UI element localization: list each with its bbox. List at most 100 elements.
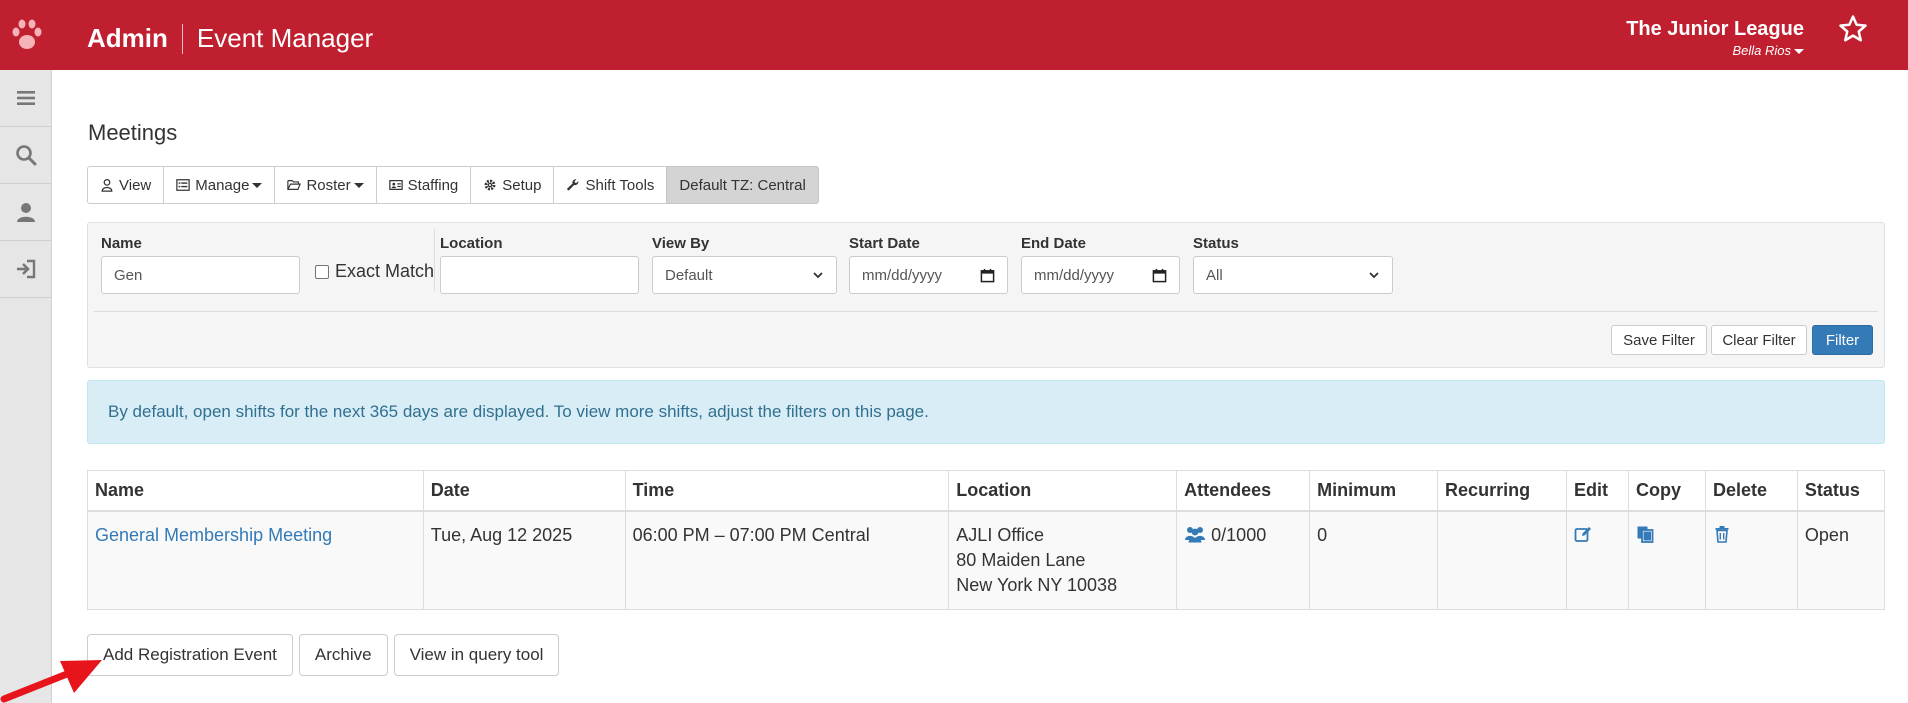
view-by-label: View By: [652, 235, 710, 252]
status-select[interactable]: All: [1193, 256, 1393, 294]
shift-tools-button[interactable]: Shift Tools: [553, 166, 668, 204]
location-filter-group: Location: [440, 235, 639, 294]
wrench-icon: [567, 179, 579, 191]
org-name: The Junior League: [1626, 18, 1804, 40]
left-sidebar: [0, 70, 52, 703]
setup-label: Setup: [502, 176, 542, 194]
event-name-link[interactable]: General Membership Meeting: [95, 525, 332, 545]
app-brand: Admin Event Manager: [87, 23, 373, 54]
end-date-label: End Date: [1021, 235, 1087, 252]
column-header-attendees[interactable]: Attendees: [1176, 470, 1311, 512]
status-filter-group: Status All: [1193, 235, 1393, 294]
location-line-3: New York NY 10038: [956, 574, 1118, 595]
table-header-row: Name Date Time Location Attendees Minimu…: [87, 470, 1886, 512]
annotation-arrow-icon: [0, 660, 102, 703]
cell-copy: [1627, 510, 1706, 610]
timezone-button[interactable]: Default TZ: Central: [666, 166, 819, 204]
attendees-count: 0/1000: [1211, 524, 1267, 545]
staffing-button[interactable]: Staffing: [375, 166, 472, 204]
name-label: Name: [101, 235, 142, 252]
view-by-filter-group: View By Default: [652, 235, 837, 294]
event-toolbar: View Manage Roster Staffing Setup Shift …: [87, 166, 819, 204]
caret-down-icon: [353, 182, 364, 188]
caret-down-icon: [252, 182, 263, 188]
end-date-filter-group: End Date mm/dd/yyyy: [1021, 235, 1180, 294]
app-title[interactable]: Event Manager: [197, 23, 373, 54]
column-header-time[interactable]: Time: [624, 470, 950, 512]
setup-button[interactable]: Setup: [470, 166, 555, 204]
column-header-date[interactable]: Date: [422, 470, 626, 512]
chevron-down-icon: [813, 272, 823, 279]
id-card-icon: [388, 180, 403, 190]
status-value: All: [1206, 266, 1223, 284]
view-label: View: [119, 176, 152, 194]
sidebar-search[interactable]: [0, 127, 52, 184]
org-account-menu[interactable]: The Junior League Bella Rios: [1626, 18, 1804, 58]
clear-filter-button[interactable]: Clear Filter: [1711, 325, 1807, 355]
edit-icon[interactable]: [1574, 525, 1592, 543]
column-header-name[interactable]: Name: [87, 470, 424, 512]
roster-dropdown[interactable]: Roster: [274, 166, 377, 204]
column-header-location[interactable]: Location: [948, 470, 1178, 512]
start-date-placeholder: mm/dd/yyyy: [862, 266, 943, 284]
start-date-input[interactable]: mm/dd/yyyy: [849, 256, 1008, 294]
start-date-filter-group: Start Date mm/dd/yyyy: [849, 235, 1008, 294]
end-date-input[interactable]: mm/dd/yyyy: [1021, 256, 1180, 294]
user-outline-icon: [101, 178, 113, 192]
copy-icon[interactable]: [1636, 525, 1654, 543]
star-icon[interactable]: [1838, 14, 1868, 44]
view-by-value: Default: [665, 266, 713, 284]
gear-icon: [484, 179, 496, 191]
cell-attendees[interactable]: 0/1000: [1176, 510, 1311, 610]
cell-location: AJLI Office 80 Maiden Lane New York NY 1…: [948, 510, 1178, 610]
view-in-query-tool-button[interactable]: View in query tool: [393, 634, 560, 676]
shift-tools-label: Shift Tools: [585, 176, 655, 194]
view-button[interactable]: View: [87, 166, 165, 204]
calendar-icon[interactable]: [1152, 268, 1167, 283]
cell-minimum: 0: [1309, 510, 1439, 610]
sidebar-profile[interactable]: [0, 184, 52, 241]
manage-label: Manage: [195, 176, 250, 194]
calendar-icon[interactable]: [980, 268, 995, 283]
archive-button[interactable]: Archive: [298, 634, 388, 676]
start-date-label: Start Date: [849, 235, 920, 252]
add-registration-event-button[interactable]: Add Registration Event: [87, 634, 293, 676]
checkbox-icon: [315, 264, 329, 279]
exact-match-checkbox[interactable]: Exact Match: [315, 261, 434, 282]
sidebar-sign-out[interactable]: [0, 241, 52, 298]
users-icon: [1185, 526, 1206, 542]
sidebar-menu-toggle[interactable]: [0, 70, 52, 127]
filter-panel: Name Gen Exact Match Location View By De…: [87, 222, 1885, 368]
location-input[interactable]: [440, 256, 639, 294]
manage-dropdown[interactable]: Manage: [163, 166, 276, 204]
column-header-recurring[interactable]: Recurring: [1437, 470, 1567, 512]
save-filter-button[interactable]: Save Filter: [1611, 325, 1707, 355]
info-alert: By default, open shifts for the next 365…: [87, 380, 1885, 444]
page-title: Meetings: [88, 120, 178, 145]
events-table: Name Date Time Location Attendees Minimu…: [87, 470, 1886, 610]
sign-out-icon: [17, 259, 36, 279]
cell-date: Tue, Aug 12 2025: [422, 510, 626, 610]
brand-divider: [181, 23, 183, 54]
view-by-select[interactable]: Default: [652, 256, 837, 294]
column-header-minimum[interactable]: Minimum: [1309, 470, 1439, 512]
name-filter-group: Name Gen: [101, 235, 300, 294]
name-input[interactable]: Gen: [101, 256, 300, 294]
cell-recurring: [1437, 510, 1567, 610]
filter-divider: [434, 229, 435, 291]
location-line-2: 80 Maiden Lane: [956, 549, 1086, 570]
menu-icon: [17, 91, 35, 105]
user-menu[interactable]: Bella Rios: [1626, 43, 1804, 58]
cell-time: 06:00 PM – 07:00 PM Central: [624, 510, 950, 610]
caret-down-icon: [1794, 49, 1804, 55]
admin-title[interactable]: Admin: [87, 23, 168, 54]
status-label: Status: [1193, 235, 1239, 252]
info-alert-text: By default, open shifts for the next 365…: [108, 402, 929, 421]
roster-label: Roster: [306, 176, 351, 194]
paw-logo-icon[interactable]: [8, 16, 46, 54]
column-header-status[interactable]: Status: [1796, 470, 1886, 512]
user-name: Bella Rios: [1732, 43, 1791, 58]
filter-button[interactable]: Filter: [1812, 325, 1873, 355]
trash-icon[interactable]: [1713, 525, 1731, 543]
cell-status: Open: [1796, 510, 1886, 610]
